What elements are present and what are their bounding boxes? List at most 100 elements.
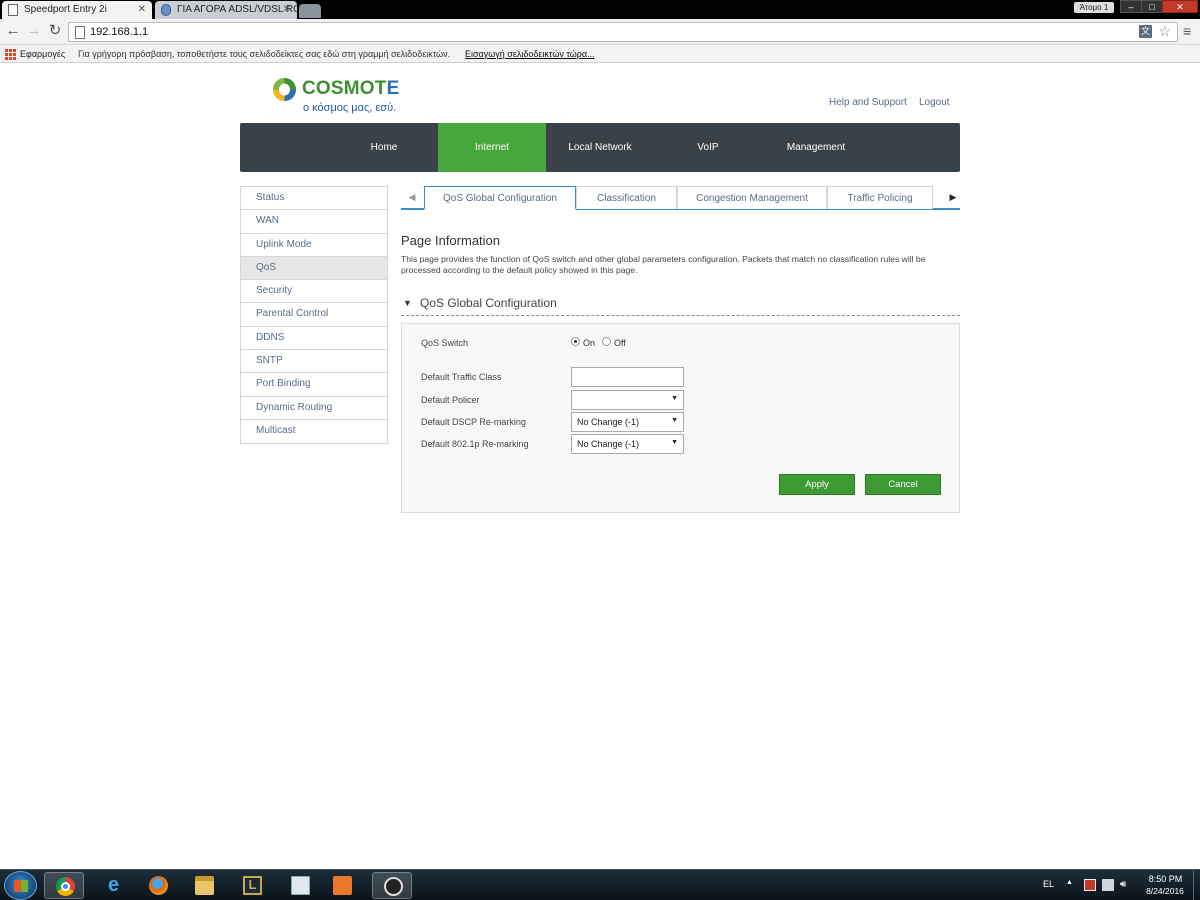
sub-tab-bar: ◀ QoS Global Configuration Classificatio… — [401, 186, 960, 210]
show-desktop-button[interactable] — [1193, 870, 1200, 900]
apps-link[interactable]: Εφαρμογές — [20, 49, 65, 59]
browser-tab-title: Speedport Entry 2i — [24, 4, 107, 15]
nav-management[interactable]: Management — [762, 123, 870, 172]
qos-config-panel: QoS Switch On Off Default Traffic Class … — [401, 323, 960, 513]
browser-tab-strip: Speedport Entry 2i ✕ ΓΙΑ ΑΓΟΡΑ ADSL/VDSL… — [0, 0, 1200, 19]
default-8021p-value: No Change (-1) — [577, 439, 640, 449]
side-item-uplink-mode[interactable]: Uplink Mode — [241, 233, 387, 257]
cancel-button[interactable]: Cancel — [865, 474, 941, 495]
keyboard-language[interactable]: EL — [1043, 879, 1054, 889]
default-traffic-class-input[interactable] — [571, 367, 684, 387]
logout-link[interactable]: Logout — [919, 97, 950, 108]
side-item-multicast[interactable]: Multicast — [241, 419, 387, 444]
side-item-dynamic-routing[interactable]: Dynamic Routing — [241, 396, 387, 420]
profile-button[interactable]: Άτομο 1 — [1074, 2, 1114, 13]
address-bar[interactable]: 192.168.1.1 文 ☆ — [68, 22, 1178, 42]
qos-switch-label: QoS Switch — [421, 338, 469, 348]
default-policer-label: Default Policer — [421, 395, 480, 405]
site-favicon-icon — [161, 4, 171, 16]
start-button[interactable] — [4, 871, 37, 900]
bookmarks-hint: Για γρήγορη πρόσβαση, τοποθετήστε τους σ… — [78, 49, 451, 59]
side-item-parental-control[interactable]: Parental Control — [241, 303, 387, 327]
volume-icon[interactable]: 🔊︎ — [1120, 879, 1132, 891]
dropdown-arrow-icon: ▼ — [671, 417, 678, 424]
qos-switch-on-label[interactable]: On — [583, 338, 595, 348]
side-item-status[interactable]: Status — [241, 187, 387, 211]
side-item-ddns[interactable]: DDNS — [241, 326, 387, 351]
main-navigation: Home Internet Local Network VoIP Managem… — [240, 123, 960, 172]
default-dscp-value: No Change (-1) — [577, 417, 640, 427]
show-hidden-icons-icon[interactable]: ▲ — [1066, 879, 1073, 886]
close-icon[interactable]: ✕ — [138, 4, 146, 15]
default-8021p-label: Default 802.1p Re-marking — [421, 439, 529, 449]
browser-tab-title: ΓΙΑ ΑΓΟΡΑ ADSL/VDSL RO — [177, 4, 297, 15]
qos-switch-off-label[interactable]: Off — [614, 338, 626, 348]
default-policer-select[interactable]: ▼ — [571, 390, 684, 410]
tab-classification[interactable]: Classification — [576, 186, 677, 209]
import-bookmarks-link[interactable]: Εισαγωγή σελιδοδεικτών τώρα... — [465, 49, 595, 59]
file-explorer-taskbar-icon[interactable] — [184, 872, 224, 899]
logo-tagline: ο κόσμος μας, εσύ. — [303, 102, 397, 114]
clock-time[interactable]: 8:50 PM — [1143, 874, 1188, 884]
section-title[interactable]: QoS Global Configuration — [420, 296, 557, 310]
tab-traffic-policing[interactable]: Traffic Policing — [827, 186, 933, 209]
nav-local-network[interactable]: Local Network — [546, 123, 654, 172]
firefox-taskbar-icon[interactable] — [138, 872, 178, 899]
tab-qos-global-configuration[interactable]: QoS Global Configuration — [424, 186, 576, 210]
media-player-taskbar-icon[interactable] — [322, 872, 362, 899]
cosmote-logo: COSMOTE ο κόσμος μας, εσύ. — [271, 76, 401, 118]
action-center-flag-icon[interactable] — [1084, 879, 1096, 891]
nav-voip[interactable]: VoIP — [654, 123, 762, 172]
default-dscp-select[interactable]: No Change (-1) ▼ — [571, 412, 684, 432]
new-tab-button[interactable] — [299, 4, 321, 18]
cosmote-logo-mark-icon — [273, 78, 296, 101]
qos-switch-on-radio[interactable] — [571, 337, 580, 346]
nav-internet[interactable]: Internet — [438, 123, 546, 172]
clock-date[interactable]: 8/24/2016 — [1140, 886, 1190, 896]
side-item-qos[interactable]: QoS — [241, 256, 387, 281]
menu-icon[interactable]: ≡ — [1183, 23, 1195, 39]
minimize-button[interactable]: – — [1120, 0, 1142, 13]
tab-scroll-left-icon[interactable]: ◀ — [401, 186, 423, 208]
help-and-support-link[interactable]: Help and Support — [829, 97, 907, 108]
network-icon[interactable] — [1102, 879, 1114, 891]
translate-icon[interactable]: 文 — [1139, 25, 1152, 38]
section-divider — [401, 315, 960, 316]
notepad-taskbar-icon[interactable] — [280, 872, 320, 899]
url-text[interactable]: 192.168.1.1 — [90, 26, 148, 38]
tab-scroll-right-icon[interactable]: ▶ — [942, 186, 964, 208]
side-item-port-binding[interactable]: Port Binding — [241, 373, 387, 397]
internet-explorer-taskbar-icon[interactable]: e — [93, 872, 133, 899]
dropdown-arrow-icon: ▼ — [671, 439, 678, 446]
obs-taskbar-icon[interactable] — [372, 872, 412, 899]
browser-tab-active[interactable]: Speedport Entry 2i ✕ — [2, 1, 152, 19]
apply-button[interactable]: Apply — [779, 474, 855, 495]
side-item-security[interactable]: Security — [241, 280, 387, 304]
apps-icon[interactable] — [5, 49, 16, 60]
close-icon[interactable]: ✕ — [283, 4, 291, 15]
default-8021p-select[interactable]: No Change (-1) ▼ — [571, 434, 684, 454]
page-info-title: Page Information — [401, 233, 501, 248]
browser-tab-inactive[interactable]: ΓΙΑ ΑΓΟΡΑ ADSL/VDSL RO ✕ — [155, 1, 297, 19]
tab-congestion-management[interactable]: Congestion Management — [677, 186, 827, 209]
page-icon — [8, 4, 18, 16]
league-of-legends-taskbar-icon[interactable]: L — [232, 872, 272, 899]
chrome-taskbar-icon[interactable] — [44, 872, 84, 899]
side-item-wan[interactable]: WAN — [241, 210, 387, 234]
forward-arrow-icon[interactable]: → — [25, 22, 43, 40]
bookmark-star-icon[interactable]: ☆ — [1158, 23, 1171, 40]
side-item-sntp[interactable]: SNTP — [241, 350, 387, 374]
back-arrow-icon[interactable]: ← — [4, 22, 22, 40]
maximize-button[interactable]: □ — [1141, 0, 1163, 13]
nav-home[interactable]: Home — [330, 123, 438, 172]
qos-switch-off-radio[interactable] — [602, 337, 611, 346]
browser-toolbar: ← → ↻ 192.168.1.1 文 ☆ ≡ — [0, 19, 1200, 45]
reload-icon[interactable]: ↻ — [46, 22, 64, 40]
dropdown-arrow-icon: ▼ — [671, 395, 678, 402]
page-icon — [75, 26, 85, 39]
logo-wordmark-accent: E — [386, 78, 400, 99]
collapse-triangle-icon[interactable]: ▼ — [403, 298, 412, 308]
default-traffic-class-label: Default Traffic Class — [421, 372, 502, 382]
logo-wordmark: COSMOTE — [302, 78, 399, 100]
close-window-button[interactable]: ✕ — [1162, 0, 1198, 13]
